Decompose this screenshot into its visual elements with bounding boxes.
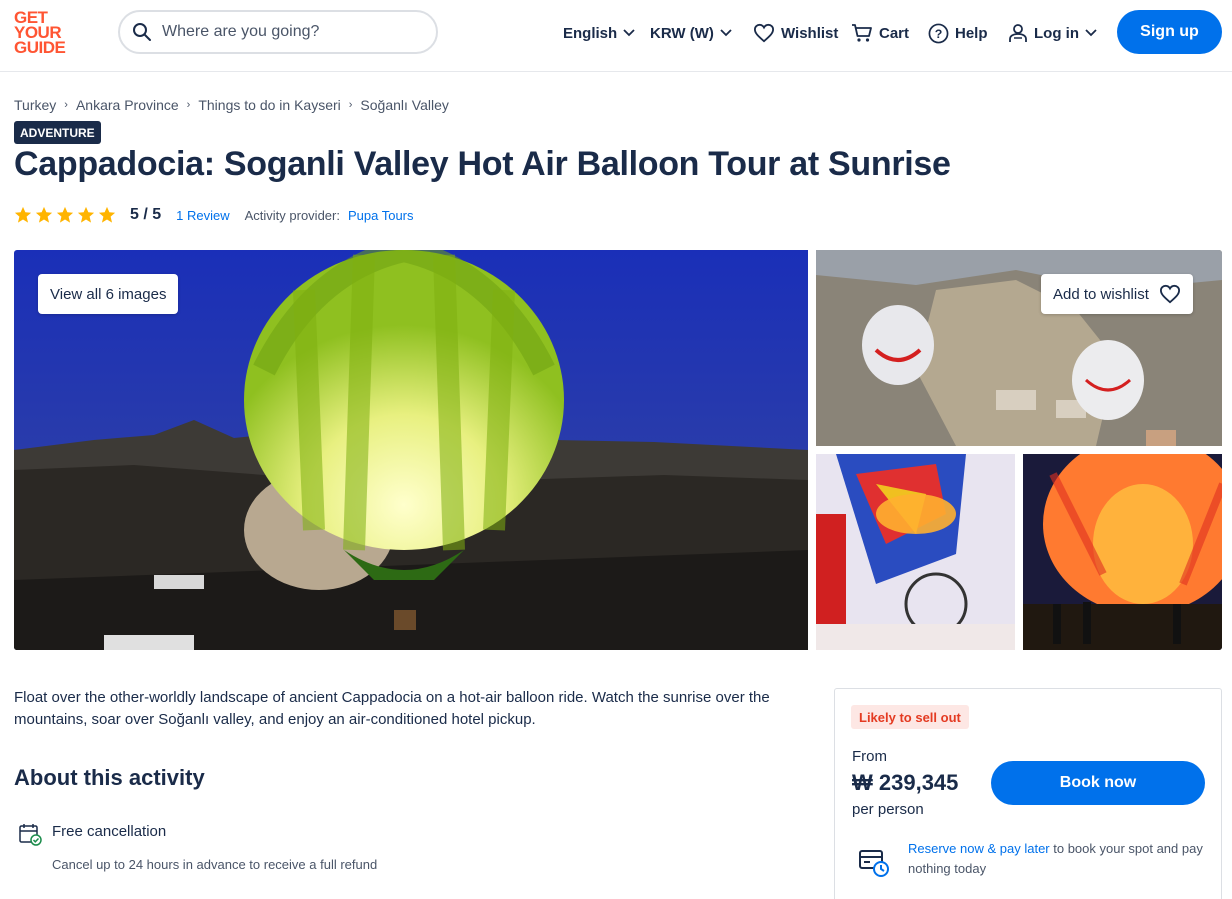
language-selector[interactable]: English [563,22,635,44]
search-bar[interactable] [118,10,438,54]
chevron-down-icon [623,29,635,37]
chevron-down-icon [1085,29,1097,37]
cart-link[interactable]: Cart [851,22,909,44]
rating-row: 5 / 5 1 Review Activity provider: Pupa T… [14,204,414,226]
price-from-label: From [852,748,887,765]
star-icon [56,206,74,223]
user-icon [1009,24,1027,42]
currency-selector[interactable]: KRW (W) [650,22,732,44]
breadcrumb-separator-icon: › [348,99,353,111]
star-icon [14,206,32,223]
free-cancellation-title: Free cancellation [52,823,167,840]
free-cancellation-subtitle: Cancel up to 24 hours in advance to rece… [52,857,378,872]
getyourguide-logo[interactable]: GET YOUR GUIDE [14,9,74,58]
activity-description: Float over the other-worldly landscape o… [14,689,770,728]
price-per-person: per person [852,801,924,818]
breadcrumb: Turkey › Ankara Province › Things to do … [14,97,449,113]
rating-stars [14,206,116,224]
currency-label: KRW (W) [650,24,714,42]
help-label: Help [955,24,988,42]
reserve-later-icon [859,850,889,877]
search-input[interactable] [162,23,412,41]
heart-icon [753,23,775,43]
signup-button[interactable]: Sign up [1117,10,1222,54]
wishlist-link[interactable]: Wishlist [753,22,838,44]
gallery-image-burner[interactable] [816,454,1015,650]
rating-score: 5 / 5 [130,206,162,223]
login-menu[interactable]: Log in [1008,22,1097,44]
sell-out-badge: Likely to sell out [851,705,969,729]
breadcrumb-separator-icon: › [186,99,191,111]
provider-label: Activity provider: [244,207,340,223]
star-icon [77,206,95,223]
cart-icon [852,24,872,42]
provider-link[interactable]: Pupa Tours [348,208,414,223]
add-to-wishlist-button[interactable]: Add to wishlist [1041,274,1193,314]
login-label: Log in [1034,24,1079,42]
add-to-wishlist-label: Add to wishlist [1053,285,1149,303]
breadcrumb-item-ankara[interactable]: Ankara Province [76,97,179,113]
category-tag: ADVENTURE [14,121,101,144]
star-icon [98,206,116,223]
reviews-link[interactable]: 1 Review [176,208,229,223]
reserve-later-text: Reserve now & pay later to book your spo… [908,839,1208,879]
logo-line-3: GUIDE [14,38,66,57]
chevron-down-icon [720,29,732,37]
help-icon: ? [928,23,949,43]
cart-label: Cart [879,24,910,42]
booking-card: Likely to sell out From ₩ 239,345 per pe… [834,688,1222,899]
star-icon [35,206,53,223]
help-link[interactable]: ? Help [928,22,988,44]
breadcrumb-item-turkey[interactable]: Turkey [14,97,56,113]
breadcrumb-separator-icon: › [64,99,68,111]
language-label: English [563,24,618,42]
heart-icon [1159,284,1180,304]
calendar-check-icon [19,824,42,846]
site-header: GET YOUR GUIDE English KRW (W) Wishlist … [0,0,1232,72]
about-heading: About this activity [14,765,205,790]
breadcrumb-item-soganli[interactable]: Soğanlı Valley [360,97,448,113]
search-icon [133,23,151,41]
reserve-later-link[interactable]: Reserve now & pay later [908,841,1050,856]
gallery-image-night-inflation[interactable] [1023,454,1222,650]
wishlist-label: Wishlist [781,24,839,42]
price-value: ₩ 239,345 [852,770,959,795]
svg-text:?: ? [935,26,943,40]
breadcrumb-item-kayseri[interactable]: Things to do in Kayseri [198,97,340,113]
view-all-images-button[interactable]: View all 6 images [38,274,179,314]
book-now-button[interactable]: Book now [991,761,1205,805]
page-title: Cappadocia: Soganli Valley Hot Air Ballo… [14,145,951,183]
